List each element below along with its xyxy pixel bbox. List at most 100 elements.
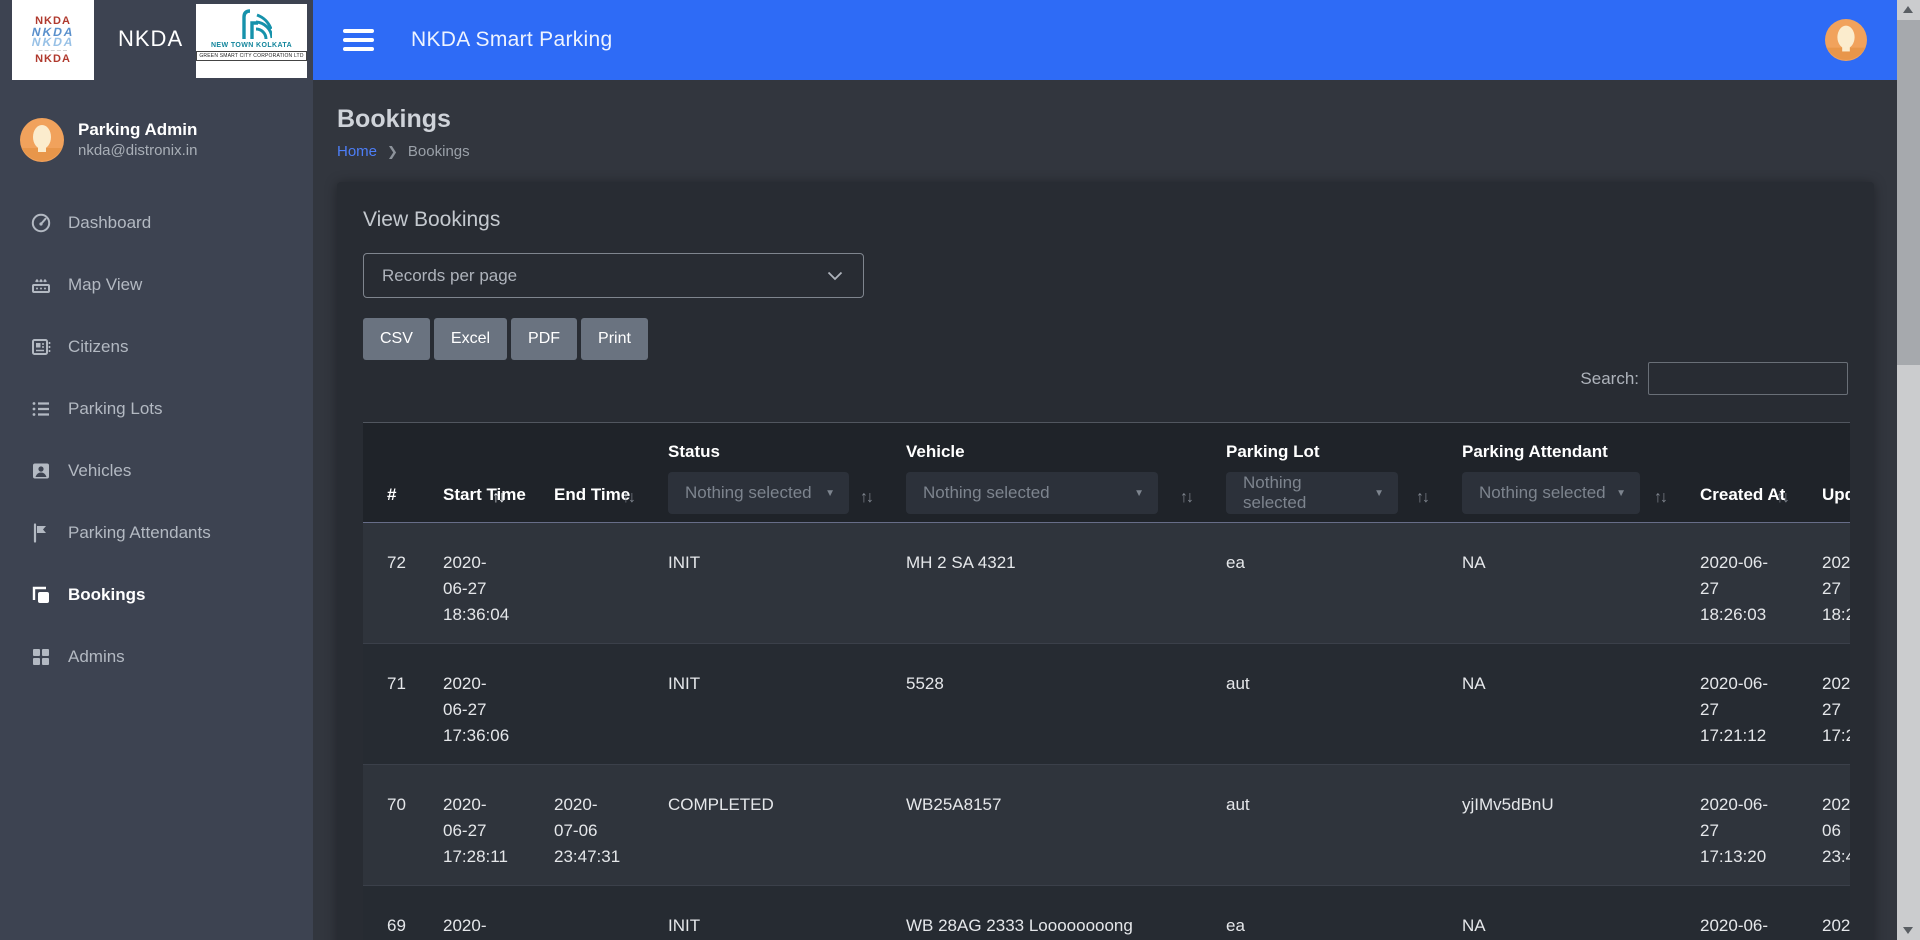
print-button[interactable]: Print <box>581 318 648 360</box>
map-icon <box>31 275 51 295</box>
sidebar-item-label: Vehicles <box>68 461 131 481</box>
pdf-button[interactable]: PDF <box>511 318 577 360</box>
cell-created-at: 2020-06- 27 <box>1676 886 1798 940</box>
sidebar-item-label: Map View <box>68 275 142 295</box>
cell-status: COMPLETED <box>644 765 882 885</box>
contact-card-icon <box>31 461 51 481</box>
table-row[interactable]: 69 2020- 06-27 INIT WB 28AG 2333 Loooooo… <box>363 886 1850 940</box>
profile-text: Parking Admin nkda@distronix.in <box>78 119 197 161</box>
table-row[interactable]: 70 2020- 06-27 17:28:11 2020- 07-06 23:4… <box>363 765 1850 886</box>
sidebar-item-citizens[interactable]: Citizens <box>0 316 313 378</box>
cell-end-time: 2020- 07-06 23:47:31 <box>530 765 644 885</box>
table-row[interactable]: 72 2020- 06-27 18:36:04 INIT MH 2 SA 432… <box>363 523 1850 644</box>
column-header-parking-lot: Parking Lot Nothing selected▼ ↑↓ <box>1202 423 1438 522</box>
smart-city-logo-subtitle: GREEN SMART CITY CORPORATION LTD <box>196 51 306 61</box>
chevron-right-icon: ❯ <box>387 144 398 160</box>
search-input[interactable] <box>1648 362 1848 395</box>
card-title: View Bookings <box>363 208 1848 232</box>
nkda-logo-text: NKDA <box>31 37 76 47</box>
smart-city-logo-title: NEW TOWN KOLKATA <box>211 42 292 49</box>
export-button-group: CSV Excel PDF Print <box>363 318 1848 360</box>
app-title: NKDA Smart Parking <box>411 28 612 52</box>
view-bookings-card: View Bookings Records per page CSV Excel… <box>337 182 1874 940</box>
table-header-row: # Start Time ↑↓ End Time ↑↓ St <box>363 423 1850 523</box>
excel-button[interactable]: Excel <box>434 318 507 360</box>
sidebar-item-parking-attendants[interactable]: Parking Attendants <box>0 502 313 564</box>
parking-attendant-filter-dropdown[interactable]: Nothing selected▼ <box>1462 472 1640 514</box>
topbar: NKDA Smart Parking <box>313 0 1897 80</box>
column-header-updated-at: Updated At <box>1798 423 1850 522</box>
sort-icon[interactable]: ↑↓ <box>1180 489 1192 507</box>
user-profile: Parking Admin nkda@distronix.in <box>20 118 313 162</box>
menu-toggle-icon[interactable] <box>343 24 374 56</box>
page-title: Bookings <box>337 105 1897 134</box>
cell-parking-lot: ea <box>1202 886 1438 940</box>
page-scrollbar[interactable] <box>1897 0 1920 940</box>
sort-icon[interactable]: ↑↓ <box>622 489 634 507</box>
cell-parking-attendant: NA <box>1438 644 1676 764</box>
cell-start-time: 2020- 06-27 18:36:04 <box>419 523 530 643</box>
caret-down-icon: ▼ <box>1134 488 1144 499</box>
sort-icon[interactable]: ↑↓ <box>1776 489 1788 507</box>
sort-icon[interactable]: ↑↓ <box>1416 489 1428 507</box>
sidebar-item-vehicles[interactable]: Vehicles <box>0 440 313 502</box>
bookings-table: # Start Time ↑↓ End Time ↑↓ St <box>363 422 1850 940</box>
column-header-vehicle: Vehicle Nothing selected▼ ↑↓ <box>882 423 1202 522</box>
sidebar-item-parking-lots[interactable]: Parking Lots <box>0 378 313 440</box>
profile-name: Parking Admin <box>78 119 197 141</box>
sidebar-item-label: Parking Lots <box>68 399 163 419</box>
cell-status: INIT <box>644 886 882 940</box>
dashboard-icon <box>31 213 51 233</box>
vehicle-filter-dropdown[interactable]: Nothing selected▼ <box>906 472 1158 514</box>
cell-status: INIT <box>644 523 882 643</box>
sidebar-item-admins[interactable]: Admins <box>0 626 313 688</box>
profile-avatar <box>20 118 64 162</box>
cell-parking-lot: ea <box>1202 523 1438 643</box>
list-icon <box>31 399 51 419</box>
chevron-down-icon <box>827 271 843 281</box>
breadcrumb: Home ❯ Bookings <box>337 143 1897 160</box>
app-window: NKDA NKDA NKDA — — — — — NKDA NKDA NEW T… <box>0 0 1920 940</box>
cell-index: 70 <box>363 765 419 885</box>
cell-parking-attendant: NA <box>1438 523 1676 643</box>
cell-created-at: 2020-06- 27 17:13:20 <box>1676 765 1798 885</box>
scrollbar-thumb[interactable] <box>1897 20 1920 365</box>
nkda-logo: NKDA NKDA NKDA — — — — — NKDA <box>12 0 94 80</box>
cell-parking-attendant: NA <box>1438 886 1676 940</box>
cell-updated-at: 2020-06- 27 17:21:12 <box>1798 644 1850 764</box>
sidebar-item-dashboard[interactable]: Dashboard <box>0 192 313 254</box>
cell-vehicle: WB25A8157 <box>882 765 1202 885</box>
table-row[interactable]: 71 2020- 06-27 17:36:06 INIT 5528 aut NA… <box>363 644 1850 765</box>
sidebar-item-map-view[interactable]: Map View <box>0 254 313 316</box>
caret-down-icon: ▼ <box>825 488 835 499</box>
column-header-parking-attendant: Parking Attendant Nothing selected▼ ↑↓ <box>1438 423 1676 522</box>
sort-icon[interactable]: ↑↓ <box>860 489 872 507</box>
topbar-avatar[interactable] <box>1825 19 1867 61</box>
profile-email: nkda@distronix.in <box>78 141 197 161</box>
search-label: Search: <box>1580 369 1639 389</box>
csv-button[interactable]: CSV <box>363 318 430 360</box>
column-header-status: Status Nothing selected▼ ↑↓ <box>644 423 882 522</box>
cell-parking-lot: aut <box>1202 765 1438 885</box>
content-area: Bookings Home ❯ Bookings View Bookings R… <box>313 80 1897 940</box>
status-filter-dropdown[interactable]: Nothing selected▼ <box>668 472 849 514</box>
search-row: Search: <box>363 362 1848 395</box>
column-header-index: # <box>363 423 419 522</box>
sidebar-item-label: Citizens <box>68 337 128 357</box>
sidebar: NKDA NKDA NKDA — — — — — NKDA NKDA NEW T… <box>0 0 313 940</box>
cell-end-time <box>530 644 644 764</box>
parking-lot-filter-dropdown[interactable]: Nothing selected▼ <box>1226 472 1398 514</box>
scrollbar-up-arrow-icon[interactable] <box>1903 6 1913 13</box>
records-per-page-select[interactable]: Records per page <box>363 253 864 298</box>
breadcrumb-home-link[interactable]: Home <box>337 143 377 160</box>
sidebar-item-bookings[interactable]: Bookings <box>0 564 313 626</box>
cell-vehicle: 5528 <box>882 644 1202 764</box>
avatar-icon <box>20 118 64 162</box>
column-header-end-time: End Time ↑↓ <box>530 423 644 522</box>
scrollbar-down-arrow-icon[interactable] <box>1903 927 1913 934</box>
sort-icon[interactable]: ↑↓ <box>492 489 504 507</box>
id-card-icon <box>31 337 51 357</box>
cell-vehicle: WB 28AG 2333 Loooooooong <box>882 886 1202 940</box>
sort-icon[interactable]: ↑↓ <box>1654 489 1666 507</box>
brand-name: NKDA <box>118 26 183 52</box>
